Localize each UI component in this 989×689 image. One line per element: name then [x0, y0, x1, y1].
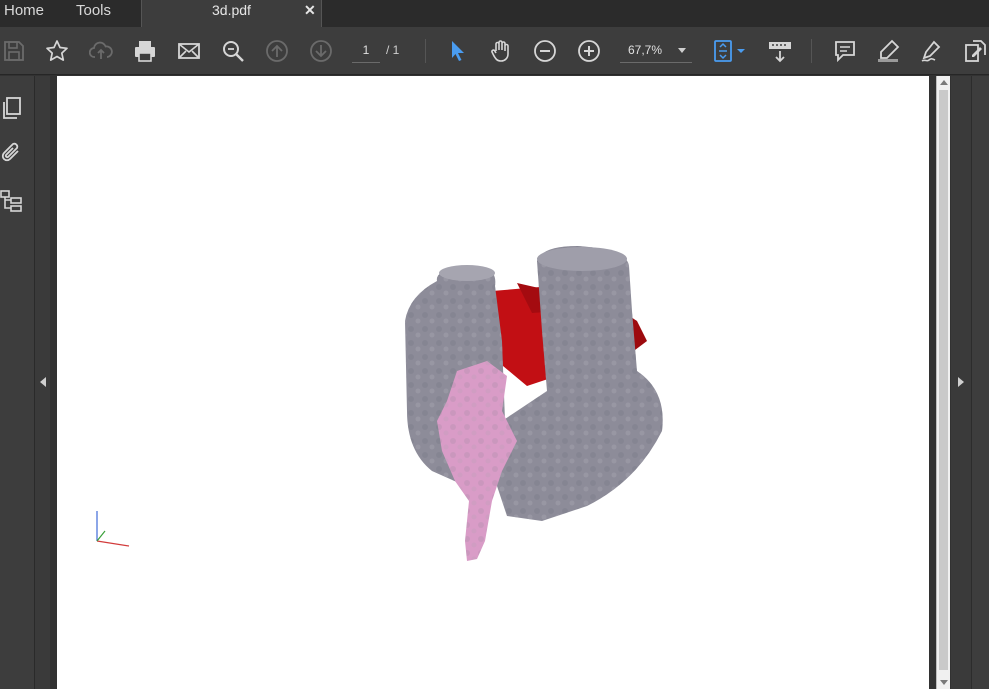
left-nav-rail — [0, 76, 34, 689]
next-page-icon[interactable] — [309, 39, 333, 63]
zoom-select[interactable]: 67,7% — [620, 41, 692, 63]
tab-document-label: 3d.pdf — [212, 2, 251, 18]
layers-icon[interactable] — [0, 189, 24, 213]
scroll-down-icon[interactable] — [940, 680, 948, 685]
hand-icon[interactable] — [489, 39, 513, 63]
chevron-right-icon — [958, 377, 964, 387]
zoom-in-icon[interactable] — [577, 39, 601, 63]
right-tools-rail — [971, 76, 989, 689]
highlight-icon[interactable] — [876, 39, 900, 63]
collapse-left-panel-button[interactable] — [34, 76, 50, 689]
toolbar-divider — [811, 39, 812, 63]
attachment-icon[interactable] — [0, 141, 24, 165]
bookmark-star-icon[interactable] — [45, 39, 69, 63]
vertical-scrollbar[interactable] — [936, 76, 950, 689]
print-icon[interactable] — [133, 39, 157, 63]
zoom-out-icon[interactable] — [533, 39, 557, 63]
email-icon[interactable] — [177, 39, 201, 63]
toolbar-divider — [425, 39, 426, 63]
scrollbar-thumb[interactable] — [939, 90, 948, 670]
tab-bar: Home Tools 3d.pdf ✕ — [0, 0, 989, 27]
close-tab-icon[interactable]: ✕ — [304, 2, 316, 19]
document-page[interactable] — [57, 76, 929, 689]
prev-page-icon[interactable] — [265, 39, 289, 63]
tab-document[interactable]: 3d.pdf ✕ — [141, 0, 322, 27]
zoom-search-icon[interactable] — [221, 39, 245, 63]
fit-page-icon[interactable] — [712, 39, 748, 63]
edit-icon[interactable] — [963, 39, 987, 63]
zoom-value: 67,7% — [628, 43, 663, 57]
scroll-mode-icon[interactable] — [768, 39, 792, 63]
3d-heart-model[interactable] — [337, 241, 677, 571]
3d-axes-indicator — [96, 511, 130, 547]
toolbar: 1 / 1 67,7% — [0, 27, 989, 75]
pages-icon[interactable] — [0, 96, 24, 120]
comment-icon[interactable] — [833, 39, 857, 63]
expand-right-panel-button[interactable] — [951, 76, 971, 689]
tab-home[interactable]: Home — [4, 0, 44, 27]
page-total: / 1 — [386, 43, 400, 57]
select-cursor-icon[interactable] — [446, 39, 470, 63]
chevron-left-icon — [40, 377, 46, 387]
upload-cloud-icon[interactable] — [89, 39, 113, 63]
tab-tools[interactable]: Tools — [76, 0, 111, 27]
sign-icon[interactable] — [920, 39, 944, 63]
save-icon[interactable] — [2, 39, 26, 63]
scroll-up-icon[interactable] — [940, 80, 948, 85]
chevron-down-icon — [678, 48, 686, 53]
page-number-input[interactable]: 1 — [352, 41, 380, 63]
